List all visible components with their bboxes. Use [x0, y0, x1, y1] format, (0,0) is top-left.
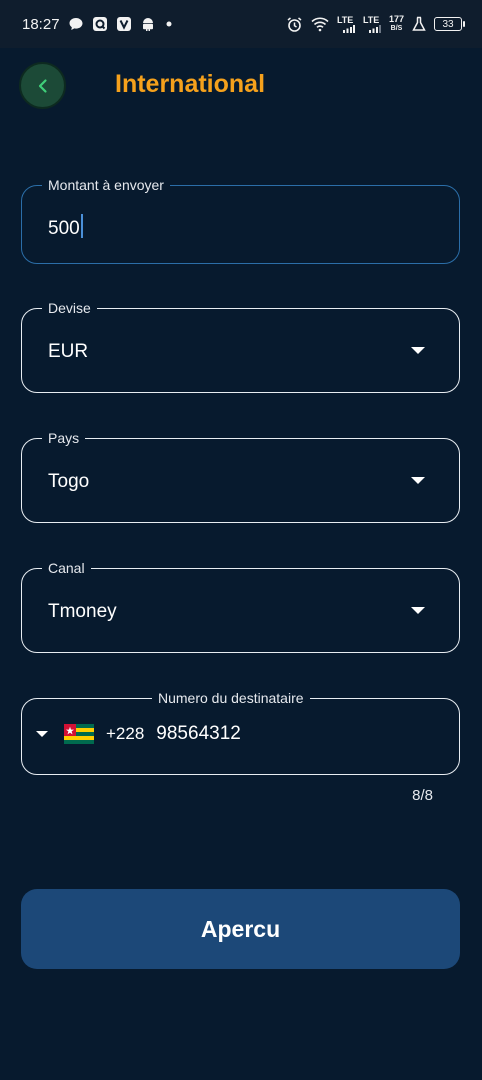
status-time: 18:27	[22, 15, 60, 33]
country-value: Togo	[48, 471, 90, 492]
lte-signal-1-icon: LTE	[337, 15, 355, 33]
amount-label: Montant à envoyer	[42, 176, 170, 194]
q-app-icon	[92, 16, 108, 32]
phone-number-input[interactable]: 98564312	[156, 723, 241, 745]
amount-value: 500	[48, 218, 80, 239]
flask-icon	[412, 16, 426, 32]
character-counter: 8/8	[412, 787, 433, 804]
amount-field[interactable]: Montant à envoyer 500	[21, 176, 460, 264]
dropdown-arrow-icon	[411, 477, 425, 484]
status-bar: 18:27 LTE LTE 177 B/S 33	[0, 0, 482, 48]
togo-flag-icon[interactable]	[64, 724, 94, 744]
country-dropdown[interactable]: Pays Togo	[21, 429, 460, 523]
android-icon	[140, 16, 156, 32]
channel-value: Tmoney	[48, 601, 117, 622]
currency-dropdown[interactable]: Devise EUR	[21, 299, 460, 393]
back-button[interactable]	[19, 62, 66, 109]
dropdown-arrow-icon	[411, 347, 425, 354]
chevron-left-icon	[36, 78, 50, 94]
status-bar-right: LTE LTE 177 B/S 33	[286, 14, 465, 33]
preview-button-label: Apercu	[200, 915, 281, 942]
network-speed: 177 B/S	[388, 14, 404, 33]
country-picker-arrow-icon[interactable]	[36, 731, 48, 737]
v-app-icon	[116, 16, 132, 32]
lte-signal-2-icon: LTE	[363, 15, 381, 33]
battery-level: 33	[442, 18, 454, 30]
currency-label: Devise	[42, 299, 97, 317]
battery-icon: 33	[434, 17, 465, 31]
chat-bubble-icon	[68, 16, 84, 32]
channel-dropdown[interactable]: Canal Tmoney	[21, 559, 460, 653]
country-code: +228	[106, 724, 145, 743]
country-label: Pays	[42, 429, 86, 447]
recipient-label: Numero du destinataire	[152, 689, 310, 707]
dropdown-arrow-icon	[411, 607, 425, 614]
status-bar-left: 18:27	[22, 16, 174, 33]
preview-button[interactable]: Apercu	[21, 889, 460, 969]
recipient-phone-field[interactable]: Numero du destinataire +228 98564312	[21, 689, 460, 775]
phone-row: +228 98564312	[36, 723, 241, 745]
wifi-icon	[311, 16, 329, 32]
channel-label: Canal	[42, 559, 91, 577]
alarm-icon	[286, 16, 303, 33]
page-title: International	[115, 70, 266, 98]
currency-value: EUR	[48, 341, 89, 362]
notification-dot-icon	[164, 19, 174, 29]
amount-input[interactable]: 500	[48, 214, 83, 240]
text-cursor	[80, 214, 83, 238]
